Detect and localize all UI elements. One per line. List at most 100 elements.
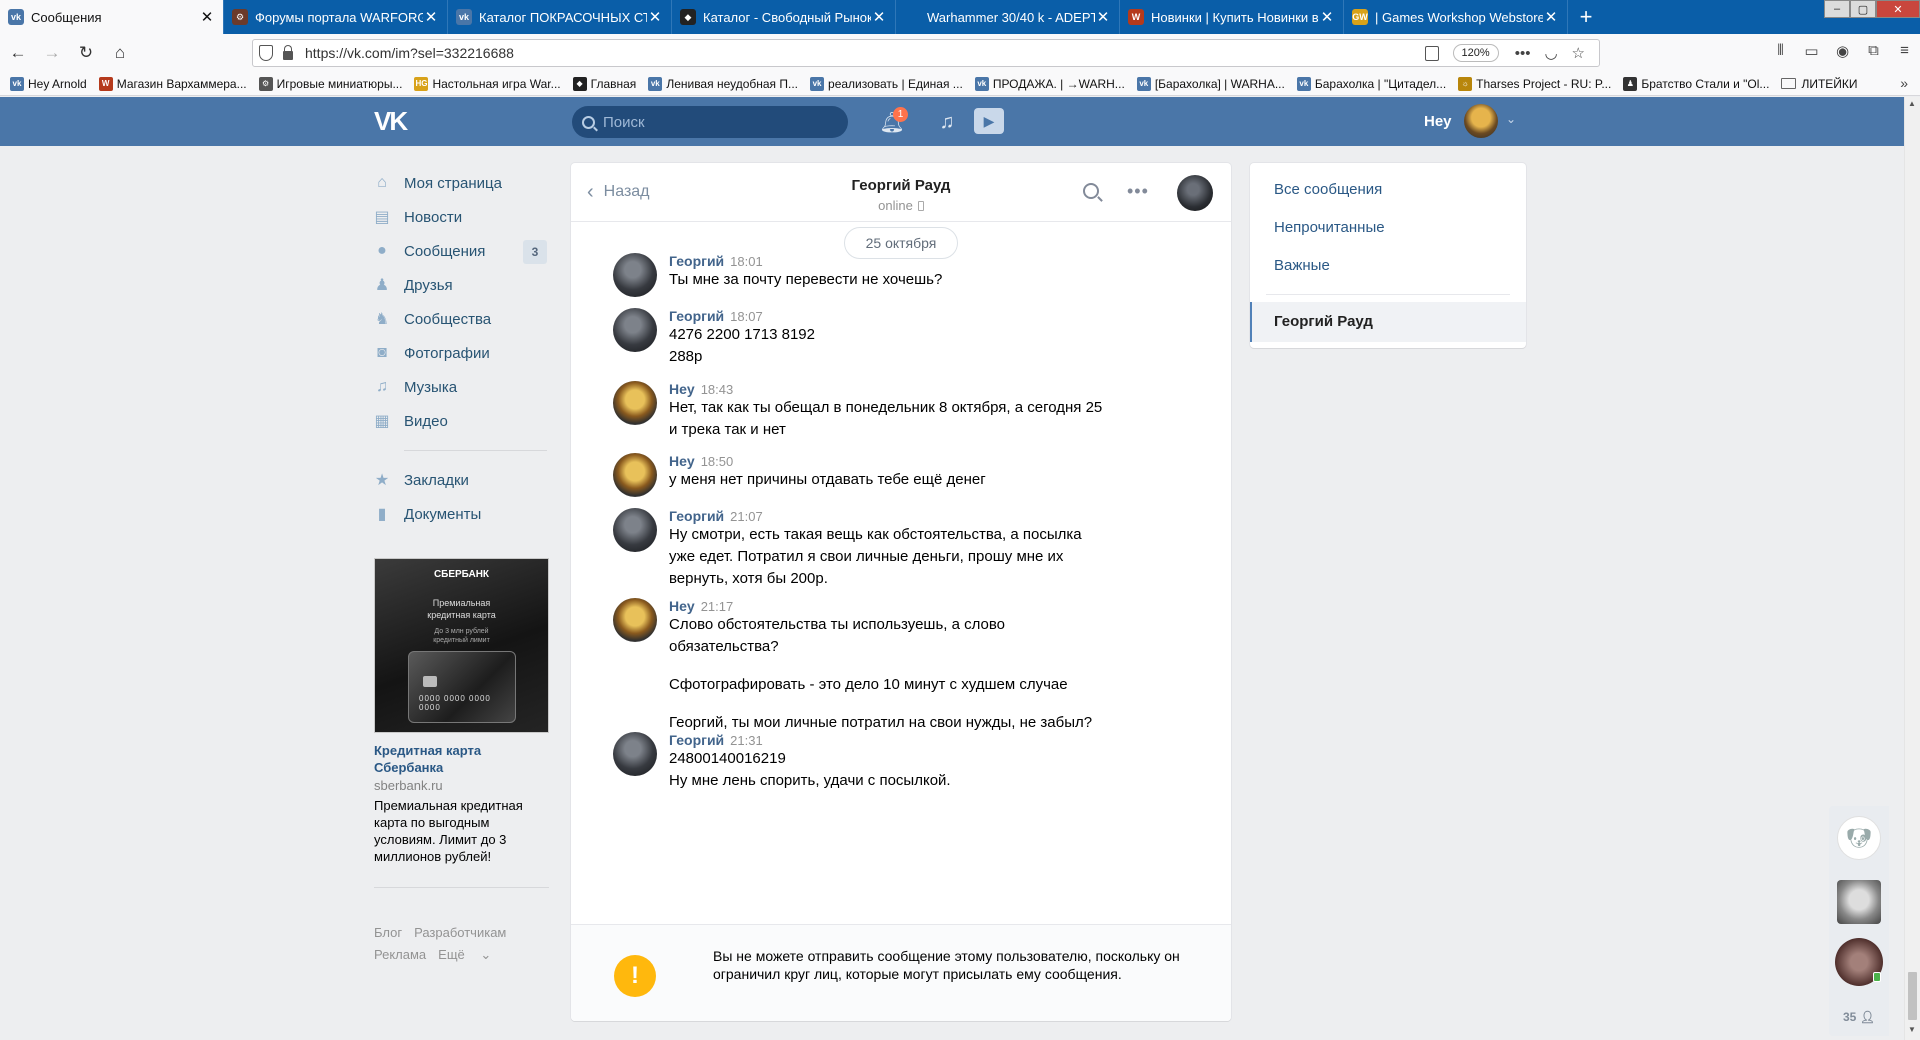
reload-button[interactable]: ↻ xyxy=(70,37,102,69)
bookmark-item[interactable]: ⚙ Игровые миниатюры... xyxy=(258,76,402,91)
bookmark-star-icon[interactable]: ☆ xyxy=(1572,44,1585,62)
sidebar-item[interactable]: ★ Закладки xyxy=(372,463,547,497)
bookmark-item[interactable]: vk реализовать | Единая ... xyxy=(810,76,963,91)
bookmark-item[interactable]: ◆ Главная xyxy=(572,76,636,91)
forward-button[interactable]: → xyxy=(36,37,68,69)
footer-link-blog[interactable]: Блог xyxy=(374,925,402,940)
browser-tab[interactable]: W Новинки | Купить Новинки в ✕ xyxy=(1120,0,1344,34)
bookmark-item[interactable]: ЛИТЕЙКИ xyxy=(1781,77,1858,91)
message-avatar[interactable] xyxy=(613,732,657,776)
message-avatar[interactable] xyxy=(613,308,657,352)
sidebar-item[interactable]: ♫ Музыка xyxy=(372,370,547,404)
footer-link-dev[interactable]: Разработчикам xyxy=(414,925,506,940)
browser-tab[interactable]: ⚙ Форумы портала WARFORGE ✕ xyxy=(224,0,448,34)
bookmark-item[interactable]: ♟ Братство Стали и "Ol... xyxy=(1623,76,1769,91)
bookmark-item[interactable]: HG Настольная игра War... xyxy=(414,76,561,91)
sidebar-item[interactable]: ◙ Фотографии xyxy=(372,336,547,370)
footer-link-more[interactable]: Ещё ⌄ xyxy=(438,947,503,962)
message-author[interactable]: Георгий xyxy=(669,308,724,324)
close-tab-icon[interactable]: ✕ xyxy=(423,8,439,26)
footer-link-ads[interactable]: Реклама xyxy=(374,947,426,962)
browser-tab[interactable]: GW | Games Workshop Webstore ✕ xyxy=(1344,0,1568,34)
sidebar-item[interactable]: ♞ Сообщества xyxy=(372,302,547,336)
page-actions-icon[interactable]: ••• xyxy=(1515,45,1531,62)
bookmarks-overflow-icon[interactable]: » xyxy=(1900,75,1908,91)
bookmark-item[interactable]: vk Hey Arnold xyxy=(10,76,87,91)
close-tab-icon[interactable]: ✕ xyxy=(199,8,215,26)
bookmark-item[interactable]: ☼ Tharses Project - RU: P... xyxy=(1458,76,1611,91)
account-icon[interactable]: ◉ xyxy=(1827,42,1858,60)
page-scrollbar[interactable]: ▲ ▼ xyxy=(1904,97,1920,1040)
address-bar[interactable]: https://vk.com/im?sel=332216688 120% •••… xyxy=(252,39,1600,67)
friend-avatar[interactable] xyxy=(1837,880,1881,924)
chat-search-icon[interactable] xyxy=(1083,183,1099,199)
browser-tab[interactable]: vk Каталог ПОКРАСОЧНЫХ СТУ…✕ xyxy=(448,0,672,34)
tracking-shield-icon[interactable] xyxy=(259,45,273,61)
dog-avatar-icon[interactable]: 🐶︎ xyxy=(1837,816,1881,860)
browser-tab[interactable]: Warhammer 30/40 k - ADEPTUS✕ xyxy=(896,0,1120,34)
scroll-down-arrow-icon[interactable]: ▼ xyxy=(1908,1025,1916,1034)
close-tab-icon[interactable]: ✕ xyxy=(1319,8,1335,26)
peer-avatar[interactable] xyxy=(1177,175,1213,211)
sidebar-item[interactable]: ▤ Новости xyxy=(372,200,547,234)
message-author[interactable]: Hey xyxy=(669,598,695,614)
lock-icon[interactable] xyxy=(283,44,293,60)
zoom-level[interactable]: 120% xyxy=(1452,44,1499,62)
browser-tab[interactable]: ◆ Каталог - Свободный Рынок ✕ xyxy=(672,0,896,34)
message-avatar[interactable] xyxy=(613,598,657,642)
message-history[interactable]: 25 октября Георгий 18:01 Ты мне за почту п… xyxy=(571,223,1231,923)
header-avatar[interactable] xyxy=(1464,104,1498,138)
bookmark-item[interactable]: vk [Барахолка] | WARHA... xyxy=(1136,76,1285,91)
filter-all-messages[interactable]: Все сообщения xyxy=(1274,181,1382,198)
active-conversation-item[interactable]: Георгий Рауд xyxy=(1250,302,1526,342)
message-author[interactable]: Георгий xyxy=(669,253,724,269)
back-button[interactable]: ← xyxy=(2,37,34,69)
bookmark-item[interactable]: W Магазин Вархаммера... xyxy=(98,76,247,91)
close-tab-icon[interactable]: ✕ xyxy=(1095,8,1111,26)
message-author[interactable]: Hey xyxy=(669,381,695,397)
sidebar-item[interactable]: ♟ Друзья xyxy=(372,268,547,302)
sidebar-ad[interactable]: СБЕРБАНК Премиальная кредитная карта До 3… xyxy=(374,558,549,888)
minimize-button[interactable]: – xyxy=(1824,0,1850,18)
scroll-up-arrow-icon[interactable]: ▲ xyxy=(1908,99,1916,108)
filter-important[interactable]: Важные xyxy=(1274,257,1330,274)
ad-image[interactable]: СБЕРБАНК Премиальная кредитная карта До 3… xyxy=(374,558,549,733)
message-author[interactable]: Hey xyxy=(669,453,695,469)
sidebar-item[interactable]: ⌂ Моя страница xyxy=(372,166,547,200)
close-tab-icon[interactable]: ✕ xyxy=(871,8,887,26)
bookmark-item[interactable]: vk Ленивая неудобная П... xyxy=(648,76,798,91)
chevron-down-icon[interactable]: ⌄ xyxy=(1506,112,1516,126)
close-window-button[interactable]: ✕ xyxy=(1876,0,1920,18)
more-options-icon[interactable]: ••• xyxy=(1127,181,1149,202)
url-text[interactable]: https://vk.com/im?sel=332216688 xyxy=(305,45,1425,61)
header-user-name[interactable]: Hey xyxy=(1424,113,1452,130)
close-tab-icon[interactable]: ✕ xyxy=(1543,8,1559,26)
vk-logo-icon[interactable]: VK xyxy=(374,108,414,134)
sidebar-item[interactable]: ▦ Видео xyxy=(372,404,547,438)
video-player-icon[interactable]: ▶ xyxy=(974,108,1004,134)
message-avatar[interactable] xyxy=(613,508,657,552)
notifications-bell-icon[interactable]: 🔔︎ 1 xyxy=(879,107,908,134)
message-avatar[interactable] xyxy=(613,453,657,497)
maximize-button[interactable]: ▢ xyxy=(1850,0,1876,18)
bookmark-item[interactable]: vk Барахолка | "Цитадел... xyxy=(1296,76,1446,91)
close-tab-icon[interactable]: ✕ xyxy=(647,8,663,26)
sidebar-item[interactable]: ▮ Документы xyxy=(372,497,547,531)
sidebar-item[interactable]: ● Сообщения 3 xyxy=(372,234,547,268)
pocket-icon[interactable]: ◡ xyxy=(1544,44,1557,62)
scrollbar-thumb[interactable] xyxy=(1908,972,1917,1020)
online-friends-count[interactable]: 35 👤︎ xyxy=(1843,1010,1875,1024)
new-tab-button[interactable]: + xyxy=(1568,0,1604,34)
filter-unread[interactable]: Непрочитанные xyxy=(1274,219,1385,236)
message-author[interactable]: Георгий xyxy=(669,732,724,748)
home-button[interactable]: ⌂ xyxy=(104,37,136,69)
library-icon[interactable]: ⫴ xyxy=(1765,42,1796,60)
reader-view-icon[interactable] xyxy=(1424,45,1439,61)
extensions-icon[interactable]: ⧉ xyxy=(1858,42,1889,60)
bookmark-item[interactable]: vk ПРОДАЖА. | →WARH... xyxy=(974,76,1125,91)
message-avatar[interactable] xyxy=(613,381,657,425)
music-player-icon[interactable]: ♫ xyxy=(935,110,959,134)
message-author[interactable]: Георгий xyxy=(669,508,724,524)
sidebar-icon[interactable]: ▭ xyxy=(1796,42,1827,60)
ad-title[interactable]: Кредитная карта Сбербанка xyxy=(374,742,549,776)
